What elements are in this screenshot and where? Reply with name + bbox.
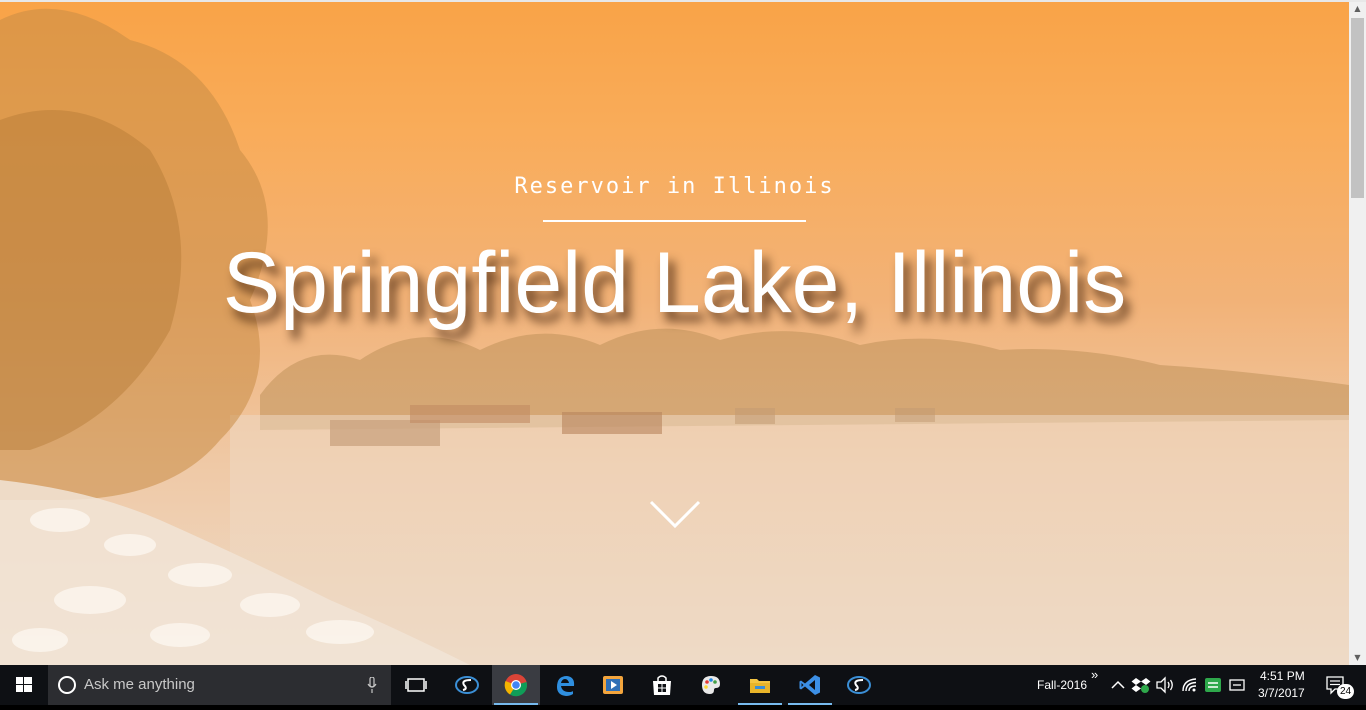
show-hidden-icons-caret-icon[interactable] <box>1108 675 1128 695</box>
scrollbar-thumb[interactable] <box>1351 18 1364 198</box>
scroll-down-arrow-icon[interactable]: ▼ <box>1349 651 1366 665</box>
chrome-icon <box>504 674 528 697</box>
toolbar-expand-chevron-icon[interactable]: » <box>1091 667 1098 682</box>
input-indicator-icon[interactable] <box>1227 675 1247 695</box>
file-explorer-icon <box>750 679 770 693</box>
visual-studio-icon <box>799 675 820 695</box>
wifi-icon[interactable] <box>1180 675 1200 695</box>
action-center-button[interactable]: 24 <box>1318 665 1366 705</box>
subtitle-underline <box>543 220 806 222</box>
taskbar-app-sharepoint[interactable] <box>443 665 491 705</box>
dropbox-icon[interactable] <box>1131 675 1151 695</box>
media-player-icon <box>603 676 623 694</box>
clock-time: 4:51 PM <box>1260 669 1305 683</box>
browser-viewport: Reservoir in Illinois Springfield Lake, … <box>0 0 1349 665</box>
hero-title: Springfield Lake, Illinois <box>222 235 1127 331</box>
taskbar-app-paint[interactable] <box>687 665 735 705</box>
vertical-scrollbar[interactable]: ▲ ▼ <box>1349 2 1366 665</box>
volume-icon[interactable] <box>1155 675 1175 695</box>
cortana-icon <box>58 676 76 694</box>
scroll-up-arrow-icon[interactable]: ▲ <box>1349 2 1366 16</box>
taskbar-app-store[interactable] <box>638 665 686 705</box>
clock-date: 3/7/2017 <box>1258 686 1305 700</box>
window-top-border <box>0 0 1366 2</box>
start-button[interactable] <box>0 665 48 705</box>
store-icon <box>653 675 671 695</box>
edge-icon <box>557 676 575 696</box>
taskbar-app-media-player[interactable] <box>589 665 637 705</box>
taskbar-app-file-explorer[interactable] <box>736 665 784 705</box>
task-view-button[interactable] <box>392 665 440 705</box>
taskbar-app-sharepoint-2[interactable] <box>835 665 883 705</box>
windows-logo-icon <box>16 677 32 692</box>
windows-taskbar: Ask me anything Fall-2016 » 4:51 PM 3/7/… <box>0 665 1366 705</box>
search-placeholder: Ask me anything <box>84 676 195 693</box>
notification-count-badge: 24 <box>1337 684 1354 699</box>
toolbar-label[interactable]: Fall-2016 <box>1037 678 1087 692</box>
hero-subtitle: Reservoir in Illinois <box>514 174 835 199</box>
hero-section: Reservoir in Illinois Springfield Lake, … <box>0 0 1349 665</box>
taskbar-app-chrome[interactable] <box>492 665 540 705</box>
taskbar-app-visual-studio[interactable] <box>786 665 834 705</box>
taskbar-app-edge[interactable] <box>541 665 589 705</box>
sharepoint-designer-icon-2 <box>847 676 871 694</box>
cortana-search-box[interactable]: Ask me anything <box>48 665 391 705</box>
paint-icon <box>702 676 720 694</box>
scroll-down-chevron-icon[interactable] <box>649 498 701 532</box>
sync-app-icon[interactable] <box>1203 675 1223 695</box>
microphone-icon[interactable] <box>367 677 377 693</box>
sharepoint-designer-icon <box>455 676 479 694</box>
task-view-icon <box>405 678 427 692</box>
